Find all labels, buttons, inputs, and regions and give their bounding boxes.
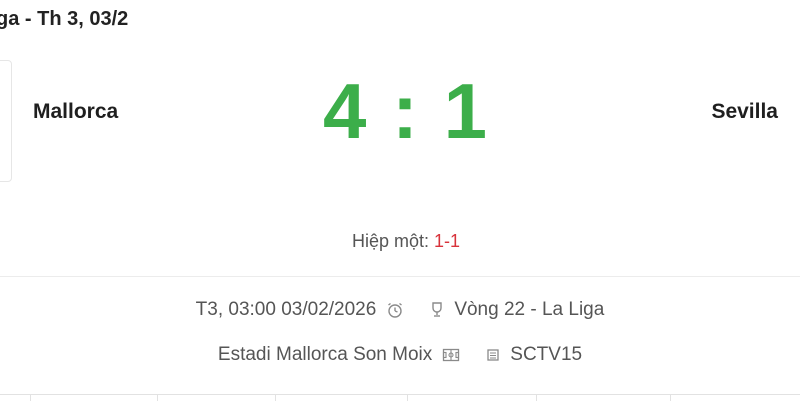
- match-datetime: T3, 03:00 03/02/2026: [195, 299, 377, 320]
- tv-channel: SCTV15: [510, 344, 583, 365]
- halftime-label: Hiệp một:: [351, 231, 429, 251]
- home-score: 4: [322, 67, 369, 155]
- competition-round[interactable]: Vòng 22 - La Liga: [454, 299, 604, 321]
- halftime-score: 1-1: [434, 231, 461, 251]
- match-info-row-venue: Estadi Mallorca Son Moix SCTV15: [0, 344, 800, 366]
- stadium-name: Estadi Mallorca Son Moix: [217, 344, 433, 365]
- trophy-icon: [430, 301, 444, 319]
- tv-icon: [486, 348, 500, 362]
- final-score: 4 : 1: [0, 66, 800, 157]
- match-header-title: ga - Th 3, 03/2: [0, 8, 129, 30]
- section-divider: [0, 276, 800, 277]
- away-score: 1: [443, 67, 490, 155]
- halftime-result: Hiệp một: 1-1: [0, 231, 800, 252]
- alarm-clock-icon[interactable]: [386, 301, 404, 319]
- away-team-name[interactable]: Sevilla: [711, 100, 778, 124]
- match-info-row-time: T3, 03:00 03/02/2026 Vòng 22 - La Liga: [0, 299, 800, 321]
- score-separator: :: [392, 67, 420, 155]
- stadium-icon: [442, 347, 460, 363]
